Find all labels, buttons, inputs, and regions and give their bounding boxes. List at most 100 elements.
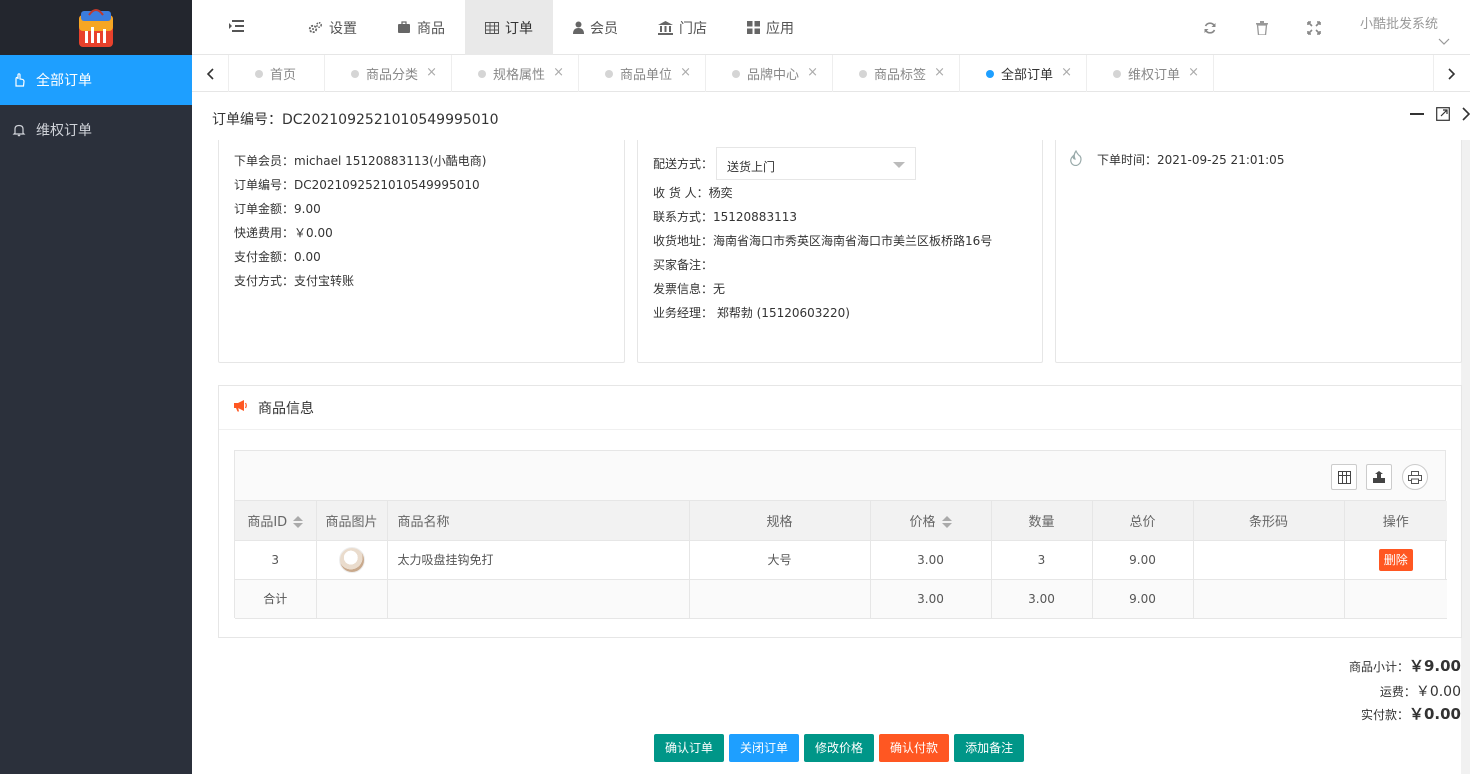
tabs-scroll-left-icon[interactable] [192, 55, 229, 92]
time-info-card: 下单时间：2021-09-25 21:01:05 [1055, 140, 1462, 363]
order-detail: 下单会员：michael 15120883113(小酷电商) 订单编号：DC20… [192, 140, 1470, 774]
total-quantity: 3.00 [991, 579, 1093, 619]
shipping-label: 运费： [1379, 685, 1416, 699]
cell-goods-image [316, 540, 388, 580]
goods-title: 商品信息 [258, 400, 314, 417]
table-icon [485, 21, 499, 34]
maximize-icon[interactable] [1436, 107, 1450, 124]
table-header-row: 商品ID 商品图片 商品名称 规格 价格 数量 总价 条形码 操作 [235, 501, 1447, 541]
col-price[interactable]: 价格 [870, 501, 992, 541]
nav-label: 设置 [329, 20, 357, 37]
order-actions: 确认订单 关闭订单 修改价格 确认付款 添加备注 [654, 734, 1025, 762]
paid-amount: 支付金额：0.00 [234, 250, 321, 264]
sort-icon[interactable] [293, 516, 304, 529]
user-icon [573, 21, 584, 34]
nav-label: 订单 [505, 20, 533, 37]
close-icon[interactable]: × [1188, 66, 1199, 80]
fullscreen-icon[interactable] [1288, 0, 1340, 55]
col-action: 操作 [1344, 501, 1447, 541]
close-icon[interactable]: × [934, 66, 945, 80]
tab-spec-attrs[interactable]: 规格属性 × [452, 55, 579, 92]
tab-brand-center[interactable]: 品牌中心 × [706, 55, 833, 92]
nav-goods[interactable]: 商品 [377, 0, 465, 55]
menu-fold-icon[interactable] [228, 18, 248, 36]
order-info-card: 下单会员：michael 15120883113(小酷电商) 订单编号：DC20… [218, 140, 625, 363]
print-icon[interactable] [1402, 464, 1428, 490]
dc-mall-logo[interactable] [77, 7, 115, 49]
export-icon[interactable] [1366, 464, 1392, 490]
chevron-down-icon [893, 162, 905, 168]
close-dialog-icon[interactable] [1462, 107, 1470, 124]
col-spec: 规格 [689, 501, 871, 541]
cell-quantity: 3 [991, 540, 1093, 580]
top-right-tools: 小酷批发系统 [1184, 0, 1470, 55]
confirm-payment-button[interactable]: 确认付款 [879, 734, 950, 762]
add-remark-button[interactable]: 添加备注 [954, 734, 1025, 762]
user-menu[interactable]: 小酷批发系统 [1340, 0, 1470, 55]
delete-button[interactable]: 删除 [1378, 548, 1413, 571]
refresh-icon[interactable] [1184, 0, 1236, 55]
tab-goods-tags[interactable]: 商品标签 × [833, 55, 960, 92]
nav-label: 应用 [766, 20, 794, 37]
tab-all-orders[interactable]: 全部订单 × [960, 55, 1087, 92]
payment-method: 支付方式：支付宝转账 [234, 274, 355, 288]
cell-goods-id: 3 [235, 540, 317, 580]
paid-line: 实付款：￥0.00 [1361, 703, 1461, 724]
nav-stores[interactable]: 门店 [638, 0, 727, 55]
tab-label: 全部订单 [1001, 68, 1054, 83]
tab-goods-category[interactable]: 商品分类 × [325, 55, 452, 92]
bank-icon [658, 20, 673, 35]
delivery-method-select[interactable]: 送货上门 [716, 147, 916, 180]
address: 收货地址：海南省海口市秀英区海南省海口市美兰区板桥路16号 [653, 234, 993, 248]
tab-dot [1113, 69, 1121, 78]
tab-dot [255, 69, 263, 78]
table-toolbar [235, 451, 1445, 501]
col-goods-id[interactable]: 商品ID [235, 501, 317, 541]
scrollbar[interactable] [1461, 140, 1470, 774]
tab-rights-orders[interactable]: 维权订单 × [1087, 55, 1214, 92]
user-name: 小酷批发系统 [1359, 17, 1438, 32]
tabs-scroll-right-icon[interactable] [1433, 55, 1470, 92]
modify-price-button[interactable]: 修改价格 [804, 734, 875, 762]
shipping-line: 运费：￥0.00 [1380, 681, 1461, 701]
close-order-button[interactable]: 关闭订单 [729, 734, 800, 762]
nav-orders[interactable]: 订单 [465, 0, 553, 55]
sidebar-item-all-orders[interactable]: 全部订单 [0, 55, 192, 105]
tab-label: 商品分类 [366, 68, 419, 83]
top-header: 设置 商品 订单 会员 门店 应用 小酷批发系统 [192, 0, 1470, 55]
goods-info-card: 商品信息 商品ID 商品图片 商品名称 规格 价格 数量 总价 条形码 操作 3… [218, 385, 1462, 638]
tab-home[interactable]: 首页 [229, 55, 325, 92]
tab-dot [605, 69, 613, 78]
sidebar-item-label: 维权订单 [36, 123, 92, 139]
close-icon[interactable]: × [553, 66, 564, 80]
columns-icon[interactable] [1331, 464, 1357, 490]
nav-settings[interactable]: 设置 [288, 0, 377, 55]
tab-goods-unit[interactable]: 商品单位 × [579, 55, 706, 92]
tab-dot [351, 69, 359, 78]
close-icon[interactable]: × [1061, 66, 1072, 80]
buyer-remark: 买家备注： [653, 258, 714, 272]
cell-spec: 大号 [689, 540, 871, 580]
subtotal-value: ￥9.00 [1408, 657, 1461, 675]
top-nav: 设置 商品 订单 会员 门店 应用 [288, 0, 814, 55]
minimize-icon[interactable] [1410, 107, 1424, 124]
nav-label: 会员 [590, 20, 618, 37]
close-icon[interactable]: × [807, 66, 818, 80]
nav-apps[interactable]: 应用 [727, 0, 814, 55]
sidebar-item-rights-orders[interactable]: 维权订单 [0, 105, 192, 155]
total-price: 3.00 [870, 579, 992, 619]
col-total: 总价 [1092, 501, 1194, 541]
tab-dot [859, 69, 867, 78]
nav-members[interactable]: 会员 [553, 0, 638, 55]
close-icon[interactable]: × [426, 66, 437, 80]
product-thumbnail[interactable] [338, 546, 365, 573]
total-label: 合计 [235, 579, 317, 619]
trash-icon[interactable] [1236, 0, 1288, 55]
nav-label: 门店 [679, 20, 707, 37]
close-icon[interactable]: × [680, 66, 691, 80]
sort-icon[interactable] [941, 516, 952, 529]
col-goods-image: 商品图片 [316, 501, 388, 541]
tab-dot [732, 69, 740, 78]
delivery-info-card: 配送方式： 送货上门 收 货 人：杨奕 联系方式：15120883113 收货地… [637, 140, 1043, 363]
confirm-order-button[interactable]: 确认订单 [654, 734, 725, 762]
